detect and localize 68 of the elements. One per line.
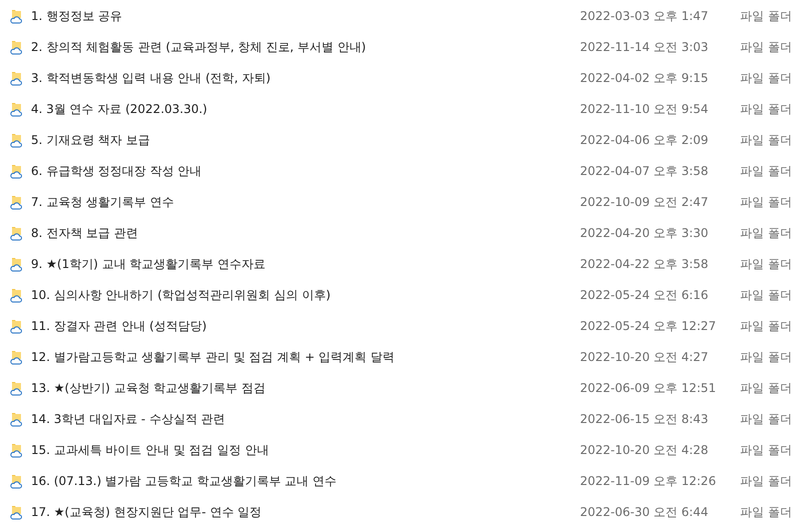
file-type: 파일 폴더 <box>740 163 793 180</box>
modified-date: 2022-04-02 오후 9:15 <box>580 70 710 87</box>
file-type: 파일 폴더 <box>740 225 793 242</box>
folder-cloud-icon <box>9 102 23 116</box>
modified-date: 2022-06-09 오후 12:51 <box>580 380 717 397</box>
file-type: 파일 폴더 <box>740 256 793 273</box>
file-type: 파일 폴더 <box>740 287 793 304</box>
file-type: 파일 폴더 <box>740 411 793 428</box>
folder-name[interactable]: 5. 기재요령 책자 보급 <box>31 132 580 149</box>
file-type: 파일 폴더 <box>740 132 793 149</box>
modified-date: 2022-06-15 오전 8:43 <box>580 411 710 428</box>
folder-cloud-icon <box>9 164 23 178</box>
modified-date: 2022-05-24 오전 6:16 <box>580 287 710 304</box>
folder-name[interactable]: 7. 교육청 생활기록부 연수 <box>31 194 580 211</box>
folder-name[interactable]: 6. 유급학생 정정대장 작성 안내 <box>31 163 580 180</box>
modified-date: 2022-10-20 오전 4:27 <box>580 349 710 366</box>
folder-cloud-icon <box>9 72 23 86</box>
folder-name[interactable]: 2. 창의적 체험활동 관련 (교육과정부, 창체 진로, 부서별 안내) <box>31 39 580 56</box>
folder-cloud-icon <box>9 320 23 334</box>
folder-name[interactable]: 1. 행정정보 공유 <box>31 8 580 25</box>
modified-date: 2022-04-07 오후 3:58 <box>580 163 710 180</box>
folder-name[interactable]: 17. ★(교육청) 현장지원단 업무- 연수 일정 <box>31 504 580 521</box>
file-type: 파일 폴더 <box>740 473 793 490</box>
modified-date: 2022-11-10 오전 9:54 <box>580 101 710 118</box>
file-type: 파일 폴더 <box>740 349 793 366</box>
folder-cloud-icon <box>9 350 23 364</box>
folder-name[interactable]: 15. 교과세특 바이트 안내 및 점검 일정 안내 <box>31 442 580 459</box>
modified-date: 2022-03-03 오후 1:47 <box>580 8 710 25</box>
file-type: 파일 폴더 <box>740 8 793 25</box>
folder-cloud-icon <box>9 40 23 54</box>
folder-cloud-icon <box>9 134 23 148</box>
folder-name[interactable]: 8. 전자책 보급 관련 <box>31 225 580 242</box>
folder-cloud-icon <box>9 10 23 24</box>
modified-date: 2022-05-24 오후 12:27 <box>580 318 717 335</box>
modified-date: 2022-04-06 오후 2:09 <box>580 132 710 149</box>
folder-cloud-icon <box>9 506 23 520</box>
file-type: 파일 폴더 <box>740 380 793 397</box>
modified-date: 2022-06-30 오전 6:44 <box>580 504 710 521</box>
modified-date: 2022-11-14 오전 3:03 <box>580 39 710 56</box>
folder-name[interactable]: 3. 학적변동학생 입력 내용 안내 (전학, 자퇴) <box>31 70 580 87</box>
file-type: 파일 폴더 <box>740 101 793 118</box>
file-type: 파일 폴더 <box>740 442 793 459</box>
folder-name[interactable]: 4. 3월 연수 자료 (2022.03.30.) <box>31 101 580 118</box>
folder-cloud-icon <box>9 412 23 426</box>
folder-name[interactable]: 11. 장결자 관련 안내 (성적담당) <box>31 318 580 335</box>
folder-name[interactable]: 13. ★(상반기) 교육청 학교생활기록부 점검 <box>31 380 580 397</box>
file-type: 파일 폴더 <box>740 70 793 87</box>
folder-cloud-icon <box>9 258 23 272</box>
folder-cloud-icon <box>9 288 23 302</box>
modified-date: 2022-10-09 오전 2:47 <box>580 194 710 211</box>
folder-name[interactable]: 10. 심의사항 안내하기 (학업성적관리위원회 심의 이후) <box>31 287 580 304</box>
file-type: 파일 폴더 <box>740 318 793 335</box>
folder-cloud-icon <box>9 474 23 488</box>
folder-cloud-icon <box>9 196 23 210</box>
file-type: 파일 폴더 <box>740 504 793 521</box>
file-type: 파일 폴더 <box>740 39 793 56</box>
modified-date: 2022-04-22 오후 3:58 <box>580 256 710 273</box>
folder-name[interactable]: 14. 3학년 대입자료 - 수상실적 관련 <box>31 411 580 428</box>
folder-name[interactable]: 16. (07.13.) 별가람 고등학교 학교생활기록부 교내 연수 <box>31 473 580 490</box>
folder-cloud-icon <box>9 382 23 396</box>
folder-name[interactable]: 9. ★(1학기) 교내 학교생활기록부 연수자료 <box>31 256 580 273</box>
folder-cloud-icon <box>9 226 23 240</box>
modified-date: 2022-10-20 오전 4:28 <box>580 442 710 459</box>
modified-date: 2022-04-20 오후 3:30 <box>580 225 710 242</box>
folder-cloud-icon <box>9 444 23 458</box>
folder-name[interactable]: 12. 별가람고등학교 생활기록부 관리 및 점검 계획 + 입력계획 달력 <box>31 349 580 366</box>
file-type: 파일 폴더 <box>740 194 793 211</box>
modified-date: 2022-11-09 오후 12:26 <box>580 473 717 490</box>
